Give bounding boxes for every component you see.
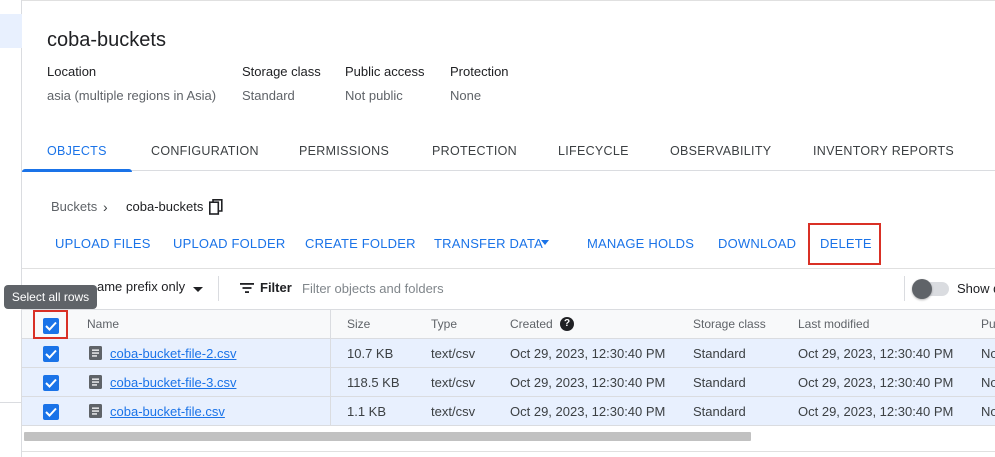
column-header-name[interactable]: Name [87,317,119,331]
filter-icon [240,283,254,293]
file-icon [89,404,102,418]
left-nav-selected-item[interactable] [0,14,22,48]
delete-highlight-box [808,223,881,265]
meta-label: Storage class [242,64,321,79]
left-nav-strip [0,0,22,457]
tab-objects[interactable]: OBJECTS [22,131,132,172]
file-created: Oct 29, 2023, 12:30:40 PM [510,375,666,390]
row-checkbox[interactable] [43,404,59,420]
meta-label: Public access [345,64,425,79]
file-name-link[interactable]: coba-bucket-file-3.csv [110,375,236,390]
bottom-divider [22,451,995,452]
meta-value: Standard [242,88,295,103]
caret-down-icon [541,240,549,245]
row-checkbox[interactable] [43,346,59,362]
top-divider [22,0,995,1]
meta-public-access: Public access Not public [345,64,424,104]
column-header-public-access[interactable]: Pu [981,317,995,331]
column-divider [330,309,331,426]
file-icon [89,375,102,389]
column-header-size[interactable]: Size [347,317,370,331]
upload-files-button[interactable]: UPLOAD FILES [55,234,151,254]
filter-input[interactable] [302,278,862,298]
file-storage-class: Standard [693,375,746,390]
file-last-modified: Oct 29, 2023, 12:30:40 PM [798,375,954,390]
file-type: text/csv [431,346,476,361]
file-last-modified: Oct 29, 2023, 12:30:40 PM [798,404,954,419]
file-type: text/csv [431,375,476,390]
filter-divider [218,276,219,301]
file-public-access: No [981,375,995,390]
create-folder-button[interactable]: CREATE FOLDER [305,234,416,254]
select-all-tooltip: Select all rows [4,285,97,309]
file-type: text/csv [431,404,476,419]
tab-bar: OBJECTS CONFIGURATION PERMISSIONS PROTEC… [22,131,995,172]
caret-down-icon [193,287,203,292]
file-storage-class: Standard [693,346,746,361]
meta-storage-class: Storage class Standard [242,64,321,104]
column-header-type[interactable]: Type [431,317,457,331]
filter-mode-dropdown[interactable]: ame prefix only [97,279,185,294]
breadcrumb-current: coba-buckets [126,199,204,214]
toggle-knob[interactable] [912,279,932,299]
file-size: 10.7 KB [347,346,394,361]
tab-permissions[interactable]: PERMISSIONS [299,131,389,171]
meta-value: asia (multiple regions in Asia) [47,88,217,103]
filter-label: Filter [260,280,292,295]
manage-holds-button[interactable]: MANAGE HOLDS [587,234,694,254]
file-public-access: No [981,346,995,361]
file-name-link[interactable]: coba-bucket-file.csv [110,404,225,419]
file-public-access: No [981,404,995,419]
tab-protection[interactable]: PROTECTION [432,131,517,171]
meta-value: Not public [345,88,403,103]
horizontal-scrollbar-thumb[interactable] [24,432,751,441]
chevron-right-icon: › [103,199,108,215]
tab-observability[interactable]: OBSERVABILITY [670,131,771,171]
upload-folder-button[interactable]: UPLOAD FOLDER [173,234,285,254]
file-created: Oct 29, 2023, 12:30:40 PM [510,404,666,419]
tab-configuration[interactable]: CONFIGURATION [151,131,259,171]
left-nav-divider [0,402,22,403]
tab-inventory-reports[interactable]: INVENTORY REPORTS [813,131,954,171]
breadcrumb-buckets[interactable]: Buckets [51,198,97,216]
page-title: coba-buckets [47,29,166,51]
file-storage-class: Standard [693,404,746,419]
meta-label: Protection [450,64,509,79]
show-deleted-label: Show d [957,281,995,296]
column-header-storage-class[interactable]: Storage class [693,317,766,331]
file-size: 118.5 KB [347,375,400,390]
file-created: Oct 29, 2023, 12:30:40 PM [510,346,666,361]
file-name-link[interactable]: coba-bucket-file-2.csv [110,346,236,361]
column-header-last-modified[interactable]: Last modified [798,317,869,331]
download-button[interactable]: DOWNLOAD [718,234,796,254]
column-header-created[interactable]: Created [510,317,553,331]
transfer-data-button[interactable]: TRANSFER DATA [434,234,543,254]
copy-icon[interactable] [209,199,223,215]
meta-location: Location asia (multiple regions in Asia) [47,64,216,104]
help-icon[interactable]: ? [560,317,574,331]
meta-value: None [450,88,482,103]
filter-divider [904,276,905,301]
meta-protection: Protection None [450,64,509,104]
file-size: 1.1 KB [347,404,387,419]
row-checkbox[interactable] [43,375,59,391]
select-all-highlight-box [33,310,68,339]
tab-lifecycle[interactable]: LIFECYCLE [558,131,629,171]
file-icon [89,346,102,360]
meta-label: Location [47,64,97,79]
file-last-modified: Oct 29, 2023, 12:30:40 PM [798,346,954,361]
